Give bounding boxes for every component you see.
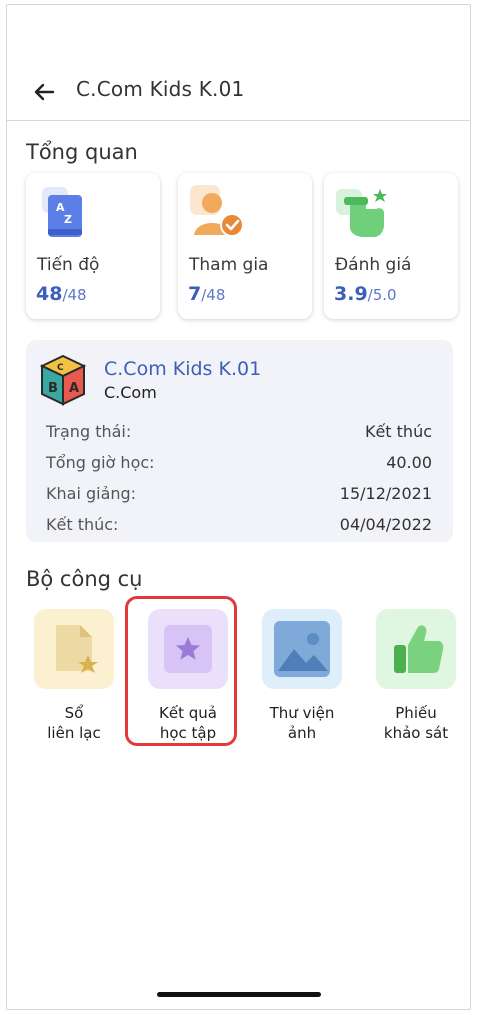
info-label: Trạng thái:: [46, 422, 132, 441]
progress-value: 48/48: [36, 283, 87, 305]
tool-photo-library[interactable]: Thư viện ảnh: [247, 609, 357, 743]
info-row-total-hours: Tổng giờ học: 40.00: [46, 453, 432, 472]
info-value: 15/12/2021: [339, 484, 432, 503]
user-check-icon: [188, 183, 246, 241]
info-value: Kết thúc: [364, 422, 432, 441]
tool-survey[interactable]: Phiếu khảo sát: [361, 609, 470, 743]
home-indicator[interactable]: [157, 992, 321, 997]
abc-blocks-icon: C B A: [39, 354, 87, 406]
back-arrow-icon[interactable]: [29, 77, 59, 107]
toolkit-title: Bộ công cụ: [26, 567, 143, 591]
overview-cards: A Z Tiến độ 48/48 Tham gia 7/48 Đánh giá…: [26, 173, 458, 321]
attendance-value: 7/48: [188, 283, 226, 305]
course-name[interactable]: C.Com Kids K.01: [104, 358, 261, 380]
info-label: Tổng giờ học:: [46, 453, 155, 472]
course-company: C.Com: [104, 383, 157, 402]
rating-label: Đánh giá: [335, 255, 412, 275]
az-book-icon: A Z: [36, 183, 94, 241]
info-row-start-date: Khai giảng: 15/12/2021: [46, 484, 432, 503]
tool-label: Phiếu khảo sát: [383, 704, 449, 742]
svg-text:Z: Z: [64, 213, 72, 226]
tool-label: Sổ liên lạc: [47, 704, 101, 742]
info-row-status: Trạng thái: Kết thúc: [46, 422, 432, 441]
attendance-label: Tham gia: [189, 255, 269, 275]
course-info-box: C B A C.Com Kids K.01 C.Com Trạng thái: …: [26, 340, 453, 542]
progress-label: Tiến độ: [37, 255, 100, 275]
thumbs-up-icon: [376, 609, 456, 689]
progress-card[interactable]: A Z Tiến độ 48/48: [26, 173, 160, 319]
svg-text:B: B: [48, 381, 58, 396]
tool-contact-book[interactable]: Sổ liên lạc: [19, 609, 129, 743]
info-value: 40.00: [386, 453, 432, 472]
attendance-card[interactable]: Tham gia 7/48: [178, 173, 312, 319]
page-title: C.Com Kids K.01: [76, 77, 245, 101]
tool-label: Kết quả học tập: [159, 704, 217, 742]
overview-title: Tổng quan: [26, 140, 138, 164]
svg-text:C: C: [57, 363, 64, 373]
rating-card[interactable]: Đánh giá 3.9/5.0: [324, 173, 458, 319]
image-icon: [262, 609, 342, 689]
info-value: 04/04/2022: [339, 515, 432, 534]
tool-learning-results[interactable]: Kết quả học tập: [133, 609, 243, 743]
hand-star-icon: [334, 183, 392, 241]
app-header: C.Com Kids K.01: [7, 57, 470, 121]
phone-frame: C.Com Kids K.01 Tổng quan A Z Tiến độ 48…: [6, 4, 471, 1010]
tool-label: Thư viện ảnh: [269, 704, 335, 742]
rating-value: 3.9/5.0: [334, 283, 397, 305]
svg-text:A: A: [69, 381, 79, 396]
info-row-end-date: Kết thúc: 04/04/2022: [46, 515, 432, 534]
info-label: Khai giảng:: [46, 484, 137, 503]
document-star-icon: [34, 609, 114, 689]
star-badge-icon: [148, 609, 228, 689]
toolkit-grid: Sổliên lạc Kết quảhọc tập Thư việnảnh: [19, 609, 469, 759]
info-label: Kết thúc:: [46, 515, 119, 534]
